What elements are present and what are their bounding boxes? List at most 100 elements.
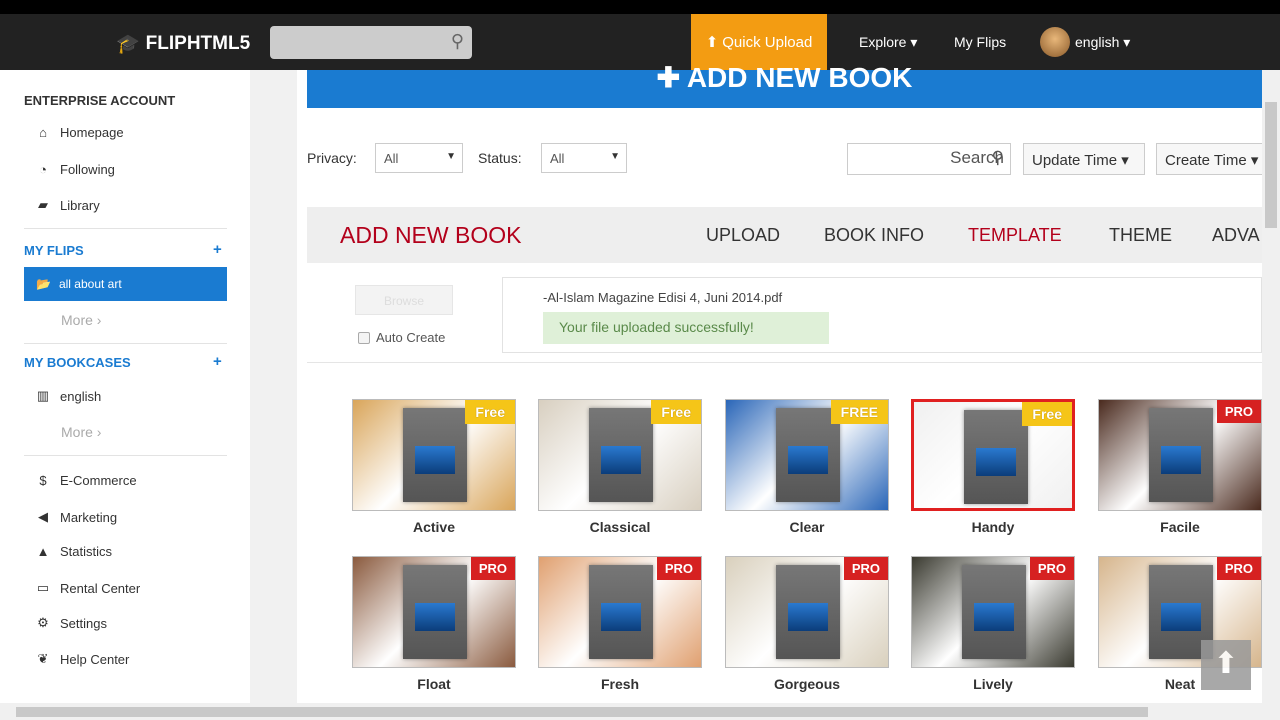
template-name: Classical — [589, 519, 651, 535]
template-thumbnail[interactable]: PRO — [1098, 399, 1262, 511]
label: Library — [60, 197, 100, 213]
tab-book-info[interactable]: BOOK INFO — [824, 225, 924, 246]
label: Rental Center — [60, 580, 141, 596]
add-new-book-button[interactable]: ✚ ADD NEW BOOK — [307, 64, 1262, 108]
auto-create-checkbox[interactable]: Auto Create — [358, 330, 445, 345]
more-bookcases-link[interactable]: More › — [61, 424, 101, 440]
search-icon[interactable]: ⚲ — [992, 148, 1004, 168]
divider — [24, 343, 227, 344]
tab-theme[interactable]: THEME — [1109, 225, 1172, 246]
header: 🎓 FLIPHTML5 ⚲ ⬆ Quick Upload Explore ▾ My … — [0, 14, 1280, 70]
template-fresh[interactable]: PRO Fresh — [538, 556, 702, 692]
language-menu[interactable]: english ▾ — [1075, 34, 1130, 51]
header-search-input[interactable]: ⚲ — [270, 26, 472, 59]
sidebar-item-all-about-art[interactable]: 📂 all about art — [24, 267, 227, 301]
explore-menu[interactable]: Explore ▾ — [859, 34, 917, 51]
status-select[interactable]: All ▼ — [541, 143, 627, 173]
template-float[interactable]: PRO Float — [352, 556, 516, 692]
sidebar-item-statistics[interactable]: ▲ Statistics — [36, 544, 112, 559]
template-thumbnail[interactable]: PRO — [725, 556, 889, 668]
template-classical[interactable]: Free Classical — [538, 399, 702, 535]
avatar[interactable] — [1040, 27, 1070, 57]
template-name: Facile — [1160, 519, 1200, 535]
monitor-image — [415, 603, 455, 631]
book-icon: ▰ — [38, 197, 48, 212]
template-thumbnail[interactable]: PRO — [911, 556, 1075, 668]
book-preview — [403, 565, 467, 659]
card-icon: ▭ — [36, 580, 50, 595]
add-bookcase-plus-icon[interactable]: + — [213, 353, 222, 370]
book-preview — [1149, 408, 1213, 502]
template-thumbnail[interactable]: PRO — [352, 556, 516, 668]
label: Settings — [60, 615, 107, 631]
upload-icon: ⬆ — [705, 34, 719, 51]
monitor-image — [1161, 446, 1201, 474]
logo[interactable]: 🎓 FLIPHTML5 — [116, 32, 250, 56]
monitor-image — [974, 603, 1014, 631]
template-active[interactable]: Free Active — [352, 399, 516, 535]
tab-upload[interactable]: UPLOAD — [706, 225, 780, 246]
privacy-select[interactable]: All ▼ — [375, 143, 463, 173]
update-time-sort[interactable]: Update Time ▾ — [1023, 143, 1145, 175]
monitor-image — [601, 446, 641, 474]
template-thumbnail[interactable]: PRO — [538, 556, 702, 668]
sidebar: ENTERPRISE ACCOUNT ⌂ Homepage ◔ Following … — [0, 70, 250, 703]
megaphone-icon: ◀ — [38, 509, 48, 524]
label: all about art — [58, 277, 122, 291]
monitor-image — [976, 448, 1016, 476]
folder-icon: 📂 — [36, 277, 51, 291]
add-book-panel-header: ADD NEW BOOK UPLOAD BOOK INFO TEMPLATE T… — [307, 207, 1262, 263]
template-thumbnail[interactable]: FREE — [725, 399, 889, 511]
template-clear[interactable]: FREE Clear — [725, 399, 889, 535]
template-thumbnail[interactable]: Free — [538, 399, 702, 511]
pro-badge: PRO — [656, 557, 701, 580]
sidebar-item-settings[interactable]: ⚙ Settings — [36, 615, 107, 631]
tab-template[interactable]: TEMPLATE — [968, 225, 1062, 246]
template-name: Clear — [789, 519, 825, 535]
my-flips-title: MY FLIPS — [24, 243, 84, 258]
template-thumbnail[interactable]: Free — [352, 399, 516, 511]
template-handy[interactable]: Free Handy — [911, 399, 1075, 535]
browse-button[interactable]: Browse — [355, 285, 453, 315]
sidebar-item-following[interactable]: ◔ Following — [36, 162, 115, 177]
home-icon: ⌂ — [39, 125, 47, 140]
status-label: Status: — [478, 150, 522, 166]
file-box: -Al-Islam Magazine Edisi 4, Juni 2014.pd… — [502, 277, 1262, 353]
search-icon[interactable]: ⚲ — [451, 31, 464, 52]
create-time-sort[interactable]: Create Time ▾ — [1156, 143, 1266, 175]
sidebar-item-rental-center[interactable]: ▭ Rental Center — [36, 580, 140, 596]
dollar-icon: $ — [39, 473, 47, 488]
template-thumbnail[interactable]: Free — [911, 399, 1075, 511]
quick-upload-label: Quick Upload — [722, 33, 813, 51]
sidebar-item-ecommerce[interactable]: $ E-Commerce — [36, 473, 136, 488]
template-name: Lively — [973, 676, 1013, 692]
sidebar-item-marketing[interactable]: ◀ Marketing — [36, 509, 117, 525]
template-facile[interactable]: PRO Facile — [1098, 399, 1262, 535]
sidebar-item-homepage[interactable]: ⌂ Homepage — [36, 125, 124, 140]
scroll-thumb[interactable] — [16, 707, 1148, 717]
horizontal-scrollbar[interactable] — [0, 703, 1280, 720]
divider — [24, 228, 227, 229]
back-to-top-button[interactable]: ⬆ — [1201, 640, 1251, 690]
sidebar-item-help-center[interactable]: ❦ Help Center — [36, 651, 130, 667]
add-flip-plus-icon[interactable]: + — [213, 241, 222, 258]
sidebar-item-english[interactable]: ▥ english — [36, 388, 101, 404]
template-name: Gorgeous — [773, 676, 841, 692]
search-input[interactable]: Search ⚲ — [847, 143, 1011, 175]
gear-icon: ⚙ — [37, 615, 49, 630]
tab-advanced[interactable]: ADVA — [1212, 225, 1260, 246]
book-preview — [589, 565, 653, 659]
template-gorgeous[interactable]: PRO Gorgeous — [725, 556, 889, 692]
monitor-image — [601, 603, 641, 631]
sidebar-item-library[interactable]: ▰ Library — [36, 197, 100, 213]
more-flips-link[interactable]: More › — [61, 312, 101, 328]
label: english — [60, 388, 102, 404]
label: Help Center — [60, 651, 130, 667]
label: Auto Create — [376, 330, 446, 345]
vertical-scrollbar[interactable] — [1262, 70, 1280, 703]
template-lively[interactable]: PRO Lively — [911, 556, 1075, 692]
my-flips-link[interactable]: My Flips — [954, 34, 1006, 50]
checkbox[interactable] — [358, 331, 370, 344]
scroll-thumb[interactable] — [1265, 102, 1277, 228]
upload-area: Browse Auto Create -Al-Islam Magazine Ed… — [307, 263, 1262, 363]
